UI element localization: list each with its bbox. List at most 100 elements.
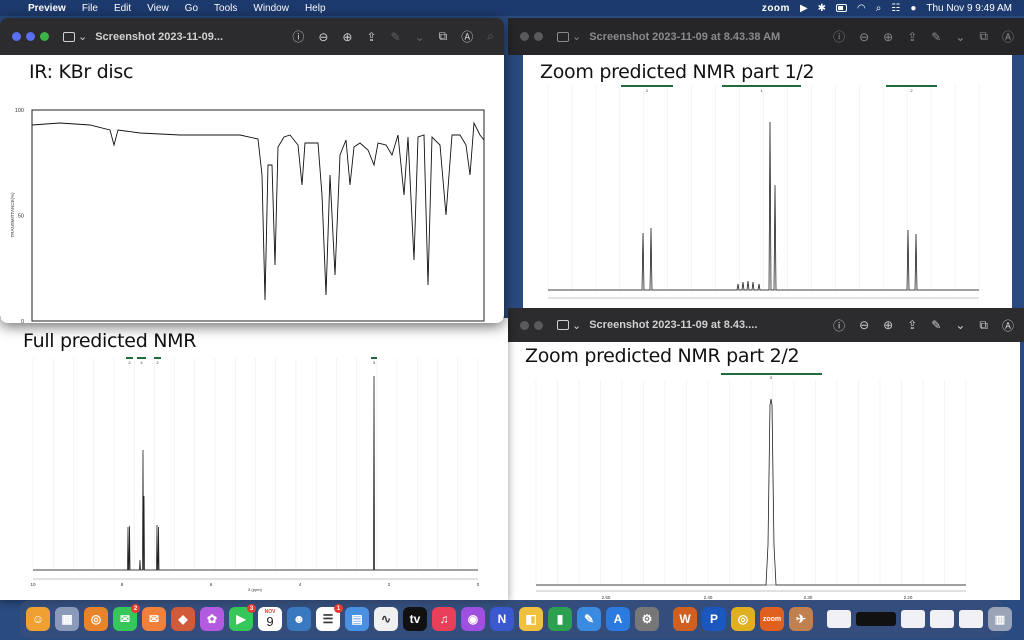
podcasts-icon[interactable]: ◉	[461, 607, 485, 631]
integration-label: 2	[910, 88, 913, 93]
play-icon[interactable]: ▶	[800, 3, 808, 14]
safari-icon[interactable]: ◎	[84, 607, 108, 631]
pages-alt-icon[interactable]: W	[673, 607, 697, 631]
sidebar-toggle-icon[interactable]	[63, 31, 75, 42]
maps-icon[interactable]: ◆	[171, 607, 195, 631]
annotate-icon[interactable]: Ⓐ	[461, 28, 473, 45]
chrome-icon[interactable]: ◎	[731, 607, 755, 631]
menu-go[interactable]: Go	[185, 3, 198, 14]
battery-icon[interactable]	[836, 4, 848, 12]
spotlight-icon[interactable]: ⌕	[876, 3, 882, 14]
search-icon[interactable]: ⌕	[487, 29, 494, 44]
mail-icon[interactable]: ✉	[142, 607, 166, 631]
menu-clock[interactable]: Thu Nov 9 9:49 AM	[926, 3, 1012, 14]
markup-icon[interactable]: ✎	[931, 30, 941, 44]
news-icon[interactable]: N	[490, 607, 514, 631]
recent-document-icon[interactable]	[856, 612, 896, 626]
preview-icon[interactable]: ✈	[789, 607, 813, 631]
zoom-in-icon[interactable]: ⊕	[342, 30, 352, 44]
pages-icon[interactable]: ✎	[577, 607, 601, 631]
menu-bar: Preview File Edit View Go Tools Window H…	[0, 0, 1024, 16]
chevron-down-icon[interactable]: ⌄	[572, 30, 581, 43]
app-store-icon[interactable]: A	[606, 607, 630, 631]
minimize-button[interactable]	[534, 320, 543, 330]
annotate-icon[interactable]: Ⓐ	[1002, 28, 1014, 45]
menu-app-name[interactable]: Preview	[28, 3, 66, 14]
freeform-icon[interactable]: ∿	[374, 607, 398, 631]
info-icon[interactable]: ⓘ	[833, 317, 845, 334]
minimize-button[interactable]	[534, 32, 543, 41]
siri-icon[interactable]: ●	[910, 3, 916, 14]
contacts-icon[interactable]: ☻	[287, 607, 311, 631]
chevron-down-icon[interactable]: ⌄	[955, 30, 965, 44]
zoom-icon[interactable]: zoom	[760, 607, 784, 631]
window-title: Screenshot 2023-11-09 at 8.43.38 AM	[589, 30, 781, 43]
system-settings-icon[interactable]: ⚙	[635, 607, 659, 631]
titlebar[interactable]: ⌄ Screenshot 2023-11-09 at 8.43.... ⓘ ⊖ …	[508, 308, 1024, 342]
launchpad-icon[interactable]: ▦	[55, 607, 79, 631]
zoom-out-icon[interactable]: ⊖	[859, 30, 869, 44]
sidebar-toggle-icon[interactable]	[557, 31, 569, 42]
wifi-icon[interactable]: ◠	[857, 3, 866, 14]
chevron-down-icon[interactable]: ⌄	[955, 318, 965, 332]
annotate-icon[interactable]: Ⓐ	[1002, 317, 1014, 334]
recent-document-icon[interactable]	[827, 610, 851, 628]
info-icon[interactable]: ⓘ	[292, 28, 304, 45]
bluetooth-icon[interactable]: ✱	[818, 3, 826, 14]
minimize-button[interactable]	[26, 32, 35, 41]
x-tick-label: 10	[30, 582, 36, 587]
menu-help[interactable]: Help	[305, 3, 326, 14]
share-icon[interactable]: ⇪	[366, 30, 376, 44]
zoom-out-icon[interactable]: ⊖	[318, 30, 328, 44]
menu-edit[interactable]: Edit	[114, 3, 131, 14]
zoom-button[interactable]	[40, 32, 49, 41]
info-icon[interactable]: ⓘ	[833, 28, 845, 45]
y-axis-label: TRANSMITTANCE(%)	[10, 192, 15, 237]
markup-icon[interactable]: ✎	[931, 318, 941, 332]
zoom-status-label[interactable]: zoom	[762, 3, 790, 14]
share-icon[interactable]: ⇪	[907, 30, 917, 44]
menu-window[interactable]: Window	[253, 3, 289, 14]
menu-tools[interactable]: Tools	[214, 3, 237, 14]
zoom-out-icon[interactable]: ⊖	[859, 318, 869, 332]
titlebar[interactable]: ⌄ Screenshot 2023-11-09 at 8.43.38 AM ⓘ …	[508, 18, 1024, 55]
music-icon[interactable]: ♫	[432, 607, 456, 631]
titlebar[interactable]: ⌄ Screenshot 2023-11-09... ⓘ ⊖ ⊕ ⇪ ✎ ⌄ ⧉…	[0, 18, 504, 55]
sidebar-toggle-icon[interactable]	[557, 320, 569, 330]
powerpoint-icon[interactable]: P	[702, 607, 726, 631]
messages-icon[interactable]: ✉ 2	[113, 604, 140, 631]
close-button[interactable]	[520, 320, 529, 330]
rotate-icon[interactable]: ⧉	[979, 29, 988, 44]
x-axis-label: δ (ppm)	[248, 587, 262, 592]
recent-document-icon[interactable]	[930, 610, 954, 628]
finder-icon[interactable]: ☺	[26, 607, 50, 631]
calendar-icon[interactable]: NOV 9	[258, 607, 282, 631]
share-icon[interactable]: ⇪	[907, 318, 917, 332]
close-button[interactable]	[12, 32, 21, 41]
numbers-icon[interactable]: ▮	[548, 607, 572, 631]
rotate-icon[interactable]: ⧉	[979, 318, 988, 333]
close-button[interactable]	[520, 32, 529, 41]
notes-icon[interactable]: ▤	[345, 607, 369, 631]
zoom-in-icon[interactable]: ⊕	[883, 318, 893, 332]
recent-document-icon[interactable]	[959, 610, 983, 628]
trash-icon[interactable]: ▥	[988, 607, 1012, 631]
reminders-icon[interactable]: ☰ 1	[316, 604, 343, 631]
chevron-down-icon[interactable]: ⌄	[572, 319, 581, 332]
control-center-icon[interactable]: ☷	[891, 3, 900, 14]
zoom-in-icon[interactable]: ⊕	[883, 30, 893, 44]
tv-icon[interactable]: tv	[403, 607, 427, 631]
photos-icon[interactable]: ✿	[200, 607, 224, 631]
rotate-icon[interactable]: ⧉	[439, 29, 448, 44]
app-glyph: ⚙	[641, 612, 653, 626]
chevron-down-icon[interactable]: ⌄	[415, 30, 425, 44]
app-glyph: ▶	[236, 612, 246, 626]
window-full-nmr: Full predicted NMR 2 4 2 3 10 8 6 4 2 0 δ (ppm)	[0, 318, 508, 600]
menu-view[interactable]: View	[147, 3, 169, 14]
recent-document-icon[interactable]	[901, 610, 925, 628]
facetime-icon[interactable]: ▶ 3	[229, 604, 256, 631]
markup-icon[interactable]: ✎	[391, 30, 401, 44]
keynote-icon[interactable]: ◧	[519, 607, 543, 631]
chevron-down-icon[interactable]: ⌄	[78, 30, 87, 43]
menu-file[interactable]: File	[82, 3, 98, 14]
